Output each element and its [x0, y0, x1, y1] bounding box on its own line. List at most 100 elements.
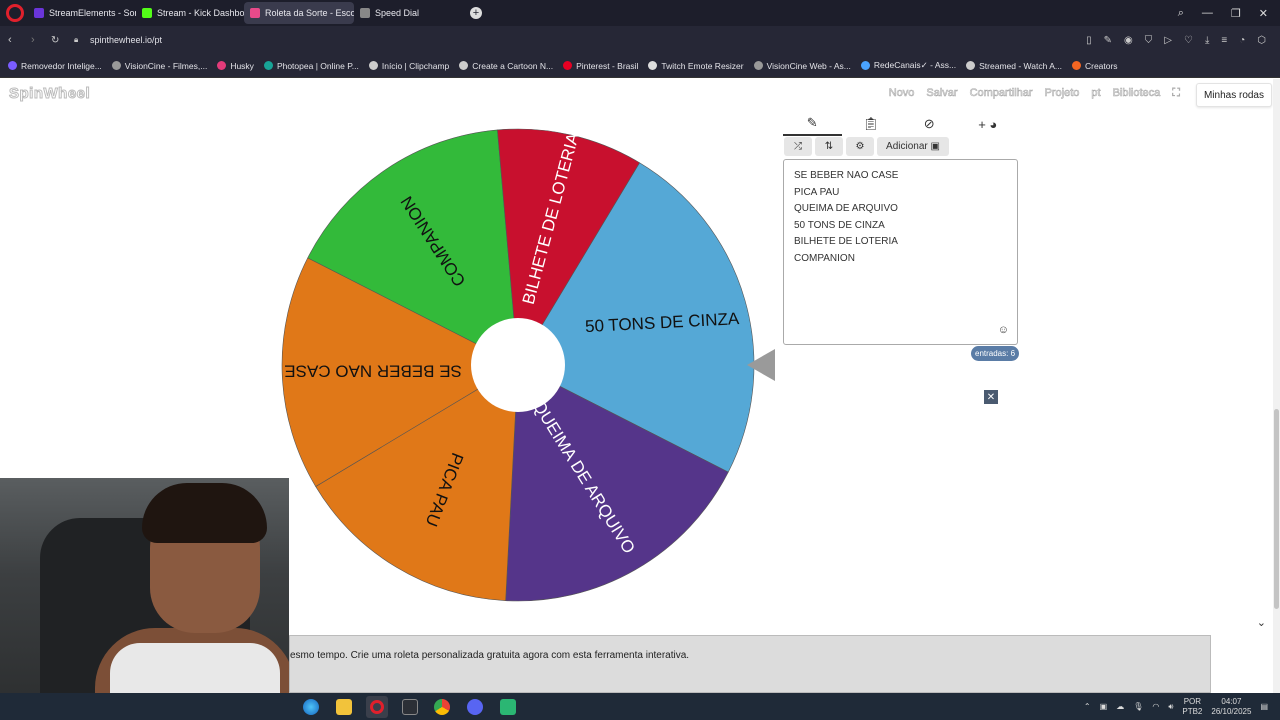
- minimize-icon[interactable]: —: [1202, 7, 1213, 19]
- profile-icon[interactable]: ◔: [1239, 35, 1245, 46]
- opera-logo-icon: [370, 700, 384, 714]
- projeto-button[interactable]: Projeto: [1044, 87, 1079, 100]
- emoji-icon[interactable]: ☺: [998, 324, 1009, 336]
- network-icon[interactable]: ☁: [1116, 702, 1124, 711]
- tray-app-icon[interactable]: ▣: [1100, 702, 1108, 711]
- tab-kick[interactable]: Stream - Kick Dashboard: [136, 2, 244, 24]
- webcam-overlay: [0, 478, 289, 720]
- entries-textarea[interactable]: SE BEBER NAO CASE PICA PAU QUEIMA DE ARQ…: [783, 159, 1018, 345]
- capcut-icon[interactable]: [402, 699, 418, 715]
- tab-colors[interactable]: + ◕: [959, 112, 1018, 136]
- opera-logo-icon[interactable]: [6, 4, 24, 22]
- lang-top: POR: [1183, 696, 1202, 706]
- reload-icon[interactable]: ↻: [51, 35, 59, 46]
- tab-roleta[interactable]: Roleta da Sorte - Escolha: [244, 2, 354, 24]
- wifi-icon[interactable]: ◠: [1152, 702, 1159, 711]
- tab-speed-dial[interactable]: Speed Dial: [354, 2, 444, 24]
- close-icon[interactable]: ✕: [984, 390, 998, 404]
- bookmark-visioncine-web[interactable]: VisionCine Web - As...: [753, 61, 851, 71]
- bookmark-pinterest[interactable]: Pinterest - Brasil: [563, 61, 638, 71]
- restore-icon[interactable]: ❐: [1231, 7, 1241, 20]
- edit-icon[interactable]: ✎: [1104, 35, 1112, 46]
- browser-titlebar: StreamElements - Songre Stream - Kick Da…: [0, 0, 1280, 26]
- entry-line: PICA PAU: [794, 186, 840, 198]
- site-logo[interactable]: SpinWheel: [8, 85, 90, 103]
- biblioteca-button[interactable]: Biblioteca: [1112, 87, 1160, 100]
- spin-wheel[interactable]: 50 TONS DE CINZAQUEIMA DE ARQUIVOPICA PA…: [280, 127, 756, 603]
- edge-icon[interactable]: [303, 699, 319, 715]
- sort-icon: ⇅: [824, 141, 834, 152]
- streamelements-icon: [34, 8, 44, 18]
- sidebar-icon[interactable]: ▯: [1086, 35, 1092, 46]
- bookmark-photopea[interactable]: Photopea | Online P...: [263, 61, 359, 71]
- opera-taskbar-icon[interactable]: [366, 696, 388, 718]
- new-tab-plus-icon[interactable]: +: [470, 7, 482, 19]
- clock[interactable]: 04:07 26/10/2025: [1211, 697, 1251, 717]
- eye-off-icon: ⊘: [923, 116, 935, 131]
- add-image-button[interactable]: Adicionar ▣: [877, 137, 949, 156]
- novo-button[interactable]: Novo: [888, 87, 914, 100]
- scrollbar-thumb[interactable]: [1274, 409, 1279, 609]
- entry-line: BILHETE DE LOTERIA: [794, 236, 898, 248]
- lang-bottom: PTB2: [1182, 706, 1203, 716]
- salvar-button[interactable]: Salvar: [926, 87, 958, 100]
- person-hair: [142, 483, 267, 543]
- shuffle-button[interactable]: ⤮: [784, 137, 812, 156]
- bookmark-creators[interactable]: Creators: [1071, 61, 1118, 71]
- chrome-icon[interactable]: [434, 699, 450, 715]
- entry-line: COMPANION: [794, 252, 855, 264]
- tab-edit[interactable]: ✎: [783, 112, 842, 136]
- speaker-icon[interactable]: 🔊︎: [1168, 702, 1173, 712]
- chevron-down-icon[interactable]: ⌄: [1257, 616, 1266, 629]
- url-field[interactable]: spinthewheel.io/pt: [90, 35, 162, 45]
- microphone-icon[interactable]: 🎙︎: [1133, 702, 1143, 711]
- download-icon[interactable]: ⤓: [1205, 35, 1209, 46]
- tab-results[interactable]: 📋︎: [842, 112, 901, 136]
- wheel-center[interactable]: [471, 318, 565, 412]
- minhas-rodas-button[interactable]: Minhas rodas: [1195, 83, 1272, 107]
- gear-icon: ⚙: [855, 141, 865, 152]
- tab-hidden[interactable]: ⊘: [900, 112, 959, 136]
- app-icon[interactable]: [500, 699, 516, 715]
- bookmark-streamed[interactable]: Streamed - Watch A...: [966, 61, 1062, 71]
- clock-date: 26/10/2025: [1211, 706, 1252, 716]
- play-icon[interactable]: ▷: [1164, 35, 1172, 46]
- bookmark-icon: [860, 61, 870, 70]
- camera-icon[interactable]: ◉: [1124, 35, 1133, 46]
- entry-line: 50 TONS DE CINZA: [794, 219, 885, 231]
- bookmark-redecanais[interactable]: RedeCanais✓ - Ass...: [860, 60, 956, 71]
- window-controls: ⌕ — ❐ ✕: [1178, 0, 1268, 26]
- sort-button[interactable]: ⇅: [815, 137, 843, 156]
- bookmark-removedor[interactable]: Removedor Intelige...: [8, 61, 102, 71]
- language-button[interactable]: pt: [1091, 87, 1101, 100]
- discord-icon[interactable]: [467, 699, 483, 715]
- heart-icon[interactable]: ♡: [1184, 35, 1193, 46]
- compartilhar-button[interactable]: Compartilhar: [969, 87, 1033, 100]
- wheel-segment-label: SE BEBER NAO CASE: [284, 362, 462, 381]
- fullscreen-icon[interactable]: ⛶: [1172, 87, 1180, 100]
- search-icon[interactable]: ⌕: [1178, 7, 1184, 20]
- bookmark-visioncine[interactable]: VisionCine - Filmes,...: [111, 61, 207, 71]
- close-icon[interactable]: ✕: [1259, 7, 1268, 20]
- shield-icon[interactable]: ⛉: [1145, 35, 1153, 46]
- bookmark-icon: [459, 61, 469, 70]
- file-explorer-icon[interactable]: [336, 699, 352, 715]
- extensions-icon[interactable]: ⬡: [1257, 35, 1266, 46]
- tab-streamelements[interactable]: StreamElements - Songre: [28, 2, 136, 24]
- pencil-icon: ✎: [806, 115, 818, 130]
- bookmark-twitch-emote[interactable]: Twitch Emote Resizer: [648, 61, 744, 71]
- tab-label: Stream - Kick Dashboard: [157, 8, 244, 18]
- notification-icon[interactable]: ▤: [1260, 702, 1268, 711]
- bookmark-husky[interactable]: Husky: [217, 61, 254, 71]
- input-language[interactable]: POR PTB2: [1182, 697, 1202, 717]
- forward-icon[interactable]: ›: [31, 34, 35, 46]
- back-icon[interactable]: ‹: [8, 34, 12, 46]
- bookmark-clipchamp[interactable]: Início | Clipchamp: [368, 61, 449, 71]
- settings-button[interactable]: ⚙: [846, 137, 874, 156]
- bookmark-cartoon[interactable]: Create a Cartoon N...: [459, 61, 553, 71]
- bookmark-icon: [648, 61, 658, 70]
- menu-icon[interactable]: ≡: [1221, 35, 1227, 46]
- chevron-up-icon[interactable]: ⌃: [1084, 702, 1091, 711]
- bookmark-icon: [8, 61, 17, 70]
- page-scrollbar[interactable]: [1273, 79, 1280, 693]
